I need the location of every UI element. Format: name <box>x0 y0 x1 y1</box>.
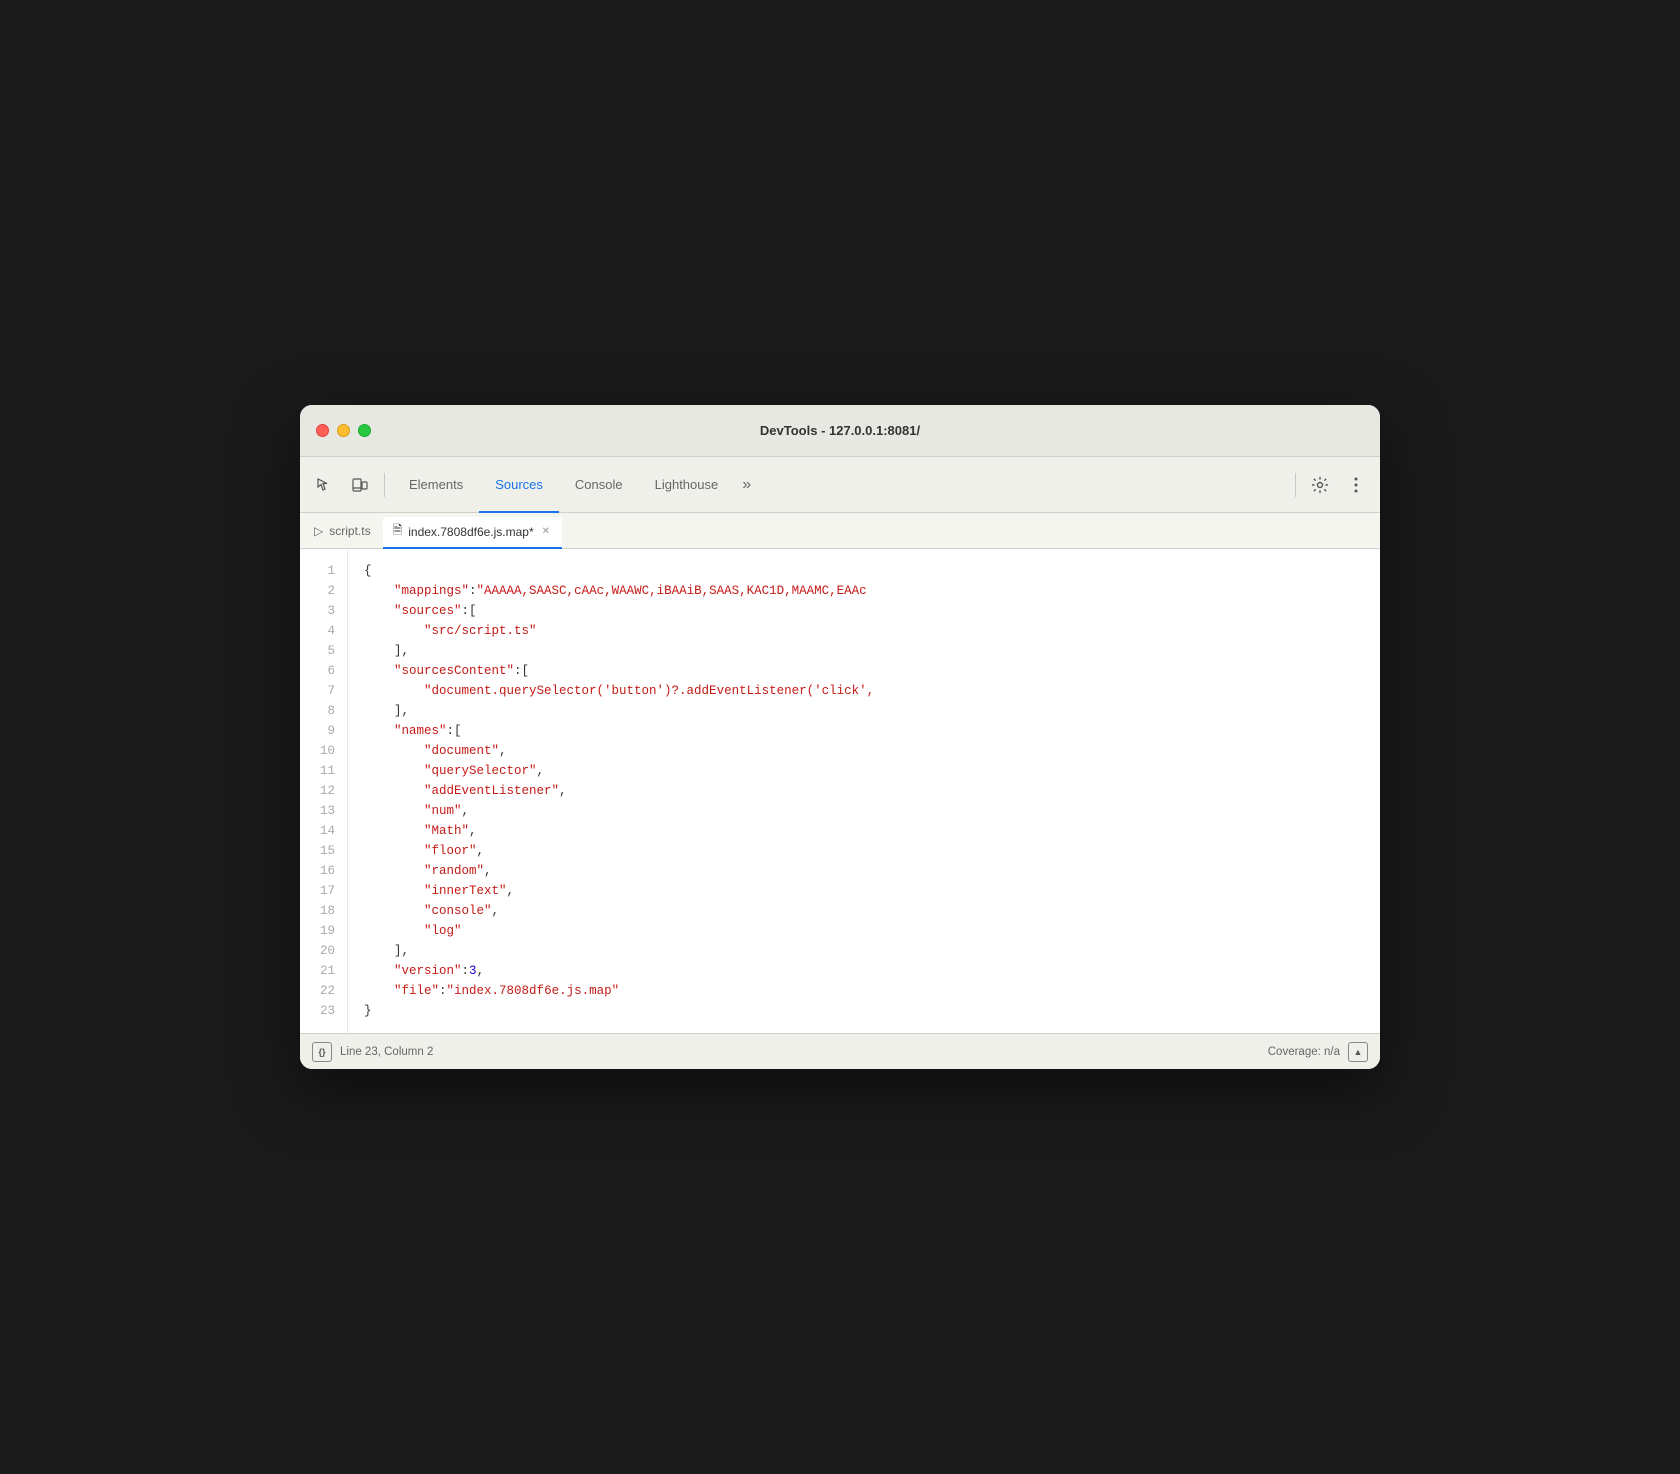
code-line-2: "mappings":"AAAAA,SAASC,cAAc,WAAWC,iBAAi… <box>364 581 1364 601</box>
window-title: DevTools - 127.0.0.1:8081/ <box>760 423 920 438</box>
line-num-18: 18 <box>300 901 347 921</box>
line-num-1: 1 <box>300 561 347 581</box>
settings-button[interactable] <box>1304 469 1336 501</box>
kebab-menu-icon <box>1354 476 1358 494</box>
code-line-8: ], <box>364 701 1364 721</box>
line-num-15: 15 <box>300 841 347 861</box>
code-line-12: "addEventListener", <box>364 781 1364 801</box>
coverage-button[interactable]: ▲ <box>1348 1042 1368 1062</box>
maximize-button[interactable] <box>358 424 371 437</box>
line-num-3: 3 <box>300 601 347 621</box>
format-button[interactable]: {} <box>312 1042 332 1062</box>
code-line-15: "floor", <box>364 841 1364 861</box>
divider-1 <box>384 473 385 497</box>
cursor-position: Line 23, Column 2 <box>340 1046 433 1058</box>
more-tabs-button[interactable]: » <box>734 457 759 513</box>
title-bar: DevTools - 127.0.0.1:8081/ <box>300 405 1380 457</box>
toolbar: Elements Sources Console Lighthouse » <box>300 457 1380 513</box>
file-icon: 🗎 <box>393 521 403 542</box>
settings-icon <box>1311 476 1329 494</box>
traffic-lights <box>316 424 371 437</box>
code-line-16: "random", <box>364 861 1364 881</box>
code-editor[interactable]: { "mappings":"AAAAA,SAASC,cAAc,WAAWC,iBA… <box>348 549 1380 1033</box>
code-line-17: "innerText", <box>364 881 1364 901</box>
line-num-16: 16 <box>300 861 347 881</box>
file-tabs: ▷ script.ts 🗎 index.7808df6e.js.map* ✕ <box>300 513 1380 549</box>
minimize-button[interactable] <box>337 424 350 437</box>
line-num-5: 5 <box>300 641 347 661</box>
coverage-icon: ▲ <box>1354 1047 1363 1057</box>
code-line-20: ], <box>364 941 1364 961</box>
code-line-6: "sourcesContent":[ <box>364 661 1364 681</box>
line-num-22: 22 <box>300 981 347 1001</box>
code-line-14: "Math", <box>364 821 1364 841</box>
line-num-17: 17 <box>300 881 347 901</box>
toolbar-right <box>1304 469 1372 501</box>
code-line-18: "console", <box>364 901 1364 921</box>
code-line-10: "document", <box>364 741 1364 761</box>
device-icon <box>352 477 368 493</box>
status-bar-left: {} Line 23, Column 2 <box>312 1042 433 1062</box>
device-toolbar-button[interactable] <box>344 469 376 501</box>
play-icon: ▷ <box>314 524 323 538</box>
nav-tabs: Elements Sources Console Lighthouse » <box>393 457 1287 513</box>
code-line-22: "file":"index.7808df6e.js.map" <box>364 981 1364 1001</box>
line-num-20: 20 <box>300 941 347 961</box>
editor-area: 1 2 3 4 5 6 7 8 9 10 11 12 13 14 15 16 1… <box>300 549 1380 1033</box>
file-tab-script-ts[interactable]: ▷ script.ts <box>304 517 381 545</box>
code-line-23: } <box>364 1001 1364 1021</box>
code-line-13: "num", <box>364 801 1364 821</box>
tab-lighthouse[interactable]: Lighthouse <box>639 457 735 513</box>
coverage-text: Coverage: n/a <box>1268 1046 1340 1058</box>
devtools-window: DevTools - 127.0.0.1:8081/ Elements Sour… <box>300 405 1380 1069</box>
line-num-6: 6 <box>300 661 347 681</box>
line-num-12: 12 <box>300 781 347 801</box>
code-line-21: "version":3, <box>364 961 1364 981</box>
line-num-8: 8 <box>300 701 347 721</box>
line-num-23: 23 <box>300 1001 347 1021</box>
line-num-9: 9 <box>300 721 347 741</box>
line-num-2: 2 <box>300 581 347 601</box>
code-line-9: "names":[ <box>364 721 1364 741</box>
line-num-21: 21 <box>300 961 347 981</box>
code-line-7: "document.querySelector('button')?.addEv… <box>364 681 1364 701</box>
inspect-icon <box>316 477 332 493</box>
divider-2 <box>1295 473 1296 497</box>
tab-elements[interactable]: Elements <box>393 457 479 513</box>
status-bar-right: Coverage: n/a ▲ <box>1268 1042 1368 1062</box>
code-line-3: "sources":[ <box>364 601 1364 621</box>
line-numbers: 1 2 3 4 5 6 7 8 9 10 11 12 13 14 15 16 1… <box>300 549 348 1033</box>
menu-button[interactable] <box>1340 469 1372 501</box>
code-line-4: "src/script.ts" <box>364 621 1364 641</box>
line-num-4: 4 <box>300 621 347 641</box>
line-num-19: 19 <box>300 921 347 941</box>
file-tab-index-map[interactable]: 🗎 index.7808df6e.js.map* ✕ <box>383 517 562 549</box>
tab-sources[interactable]: Sources <box>479 457 559 513</box>
code-line-5: ], <box>364 641 1364 661</box>
inspect-element-button[interactable] <box>308 469 340 501</box>
line-num-10: 10 <box>300 741 347 761</box>
close-tab-icon[interactable]: ✕ <box>540 525 552 538</box>
code-line-19: "log" <box>364 921 1364 941</box>
line-num-14: 14 <box>300 821 347 841</box>
line-num-13: 13 <box>300 801 347 821</box>
code-line-11: "querySelector", <box>364 761 1364 781</box>
line-num-11: 11 <box>300 761 347 781</box>
tab-console[interactable]: Console <box>559 457 639 513</box>
line-num-7: 7 <box>300 681 347 701</box>
close-button[interactable] <box>316 424 329 437</box>
code-line-1: { <box>364 561 1364 581</box>
status-bar: {} Line 23, Column 2 Coverage: n/a ▲ <box>300 1033 1380 1069</box>
